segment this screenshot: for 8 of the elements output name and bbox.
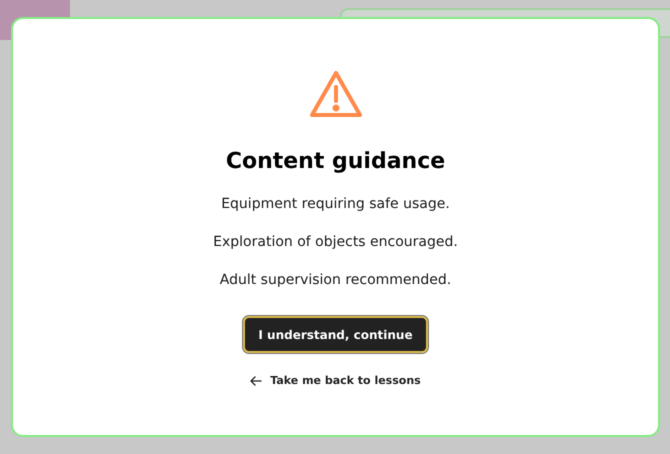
continue-button[interactable]: I understand, continue xyxy=(243,316,428,353)
back-link[interactable]: Take me back to lessons xyxy=(250,373,421,390)
dialog-title: Content guidance xyxy=(226,148,446,176)
guidance-note: Equipment requiring safe usage. xyxy=(221,195,450,214)
guidance-note: Exploration of objects encouraged. xyxy=(213,233,458,252)
arrow-left-icon xyxy=(250,376,262,386)
warning-icon xyxy=(308,69,364,119)
guidance-note: Adult supervision recommended. xyxy=(220,271,452,290)
